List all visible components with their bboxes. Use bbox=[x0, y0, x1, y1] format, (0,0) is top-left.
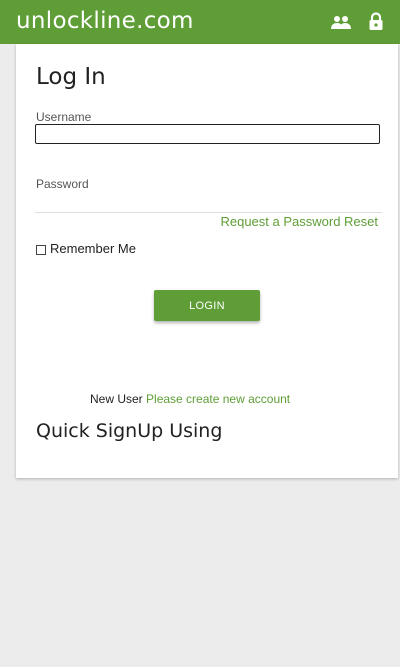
people-icon[interactable] bbox=[330, 14, 352, 32]
checkbox-box[interactable] bbox=[36, 244, 46, 255]
create-account-link[interactable]: Please create new account bbox=[146, 392, 290, 406]
username-input[interactable] bbox=[35, 124, 380, 144]
lock-icon[interactable] bbox=[367, 12, 389, 30]
remember-me-label: Remember Me bbox=[50, 241, 136, 256]
password-label: Password bbox=[36, 177, 89, 191]
new-user-text: New User bbox=[90, 392, 143, 406]
login-button[interactable]: LOGIN bbox=[154, 290, 260, 321]
remember-me-checkbox[interactable]: Remember Me bbox=[36, 241, 136, 256]
login-card: Log In Username Password Request a Passw… bbox=[16, 44, 398, 478]
top-app-bar: unlockline.com bbox=[0, 0, 400, 44]
password-reset-link[interactable]: Request a Password Reset bbox=[220, 214, 378, 229]
new-user-line: New User Please create new account bbox=[90, 392, 290, 406]
username-label: Username bbox=[36, 110, 92, 124]
brand-title[interactable]: unlockline.com bbox=[16, 8, 194, 34]
quick-signup-title: Quick SignUp Using bbox=[36, 420, 223, 442]
password-input[interactable] bbox=[35, 192, 382, 213]
page-title: Log In bbox=[36, 64, 106, 90]
